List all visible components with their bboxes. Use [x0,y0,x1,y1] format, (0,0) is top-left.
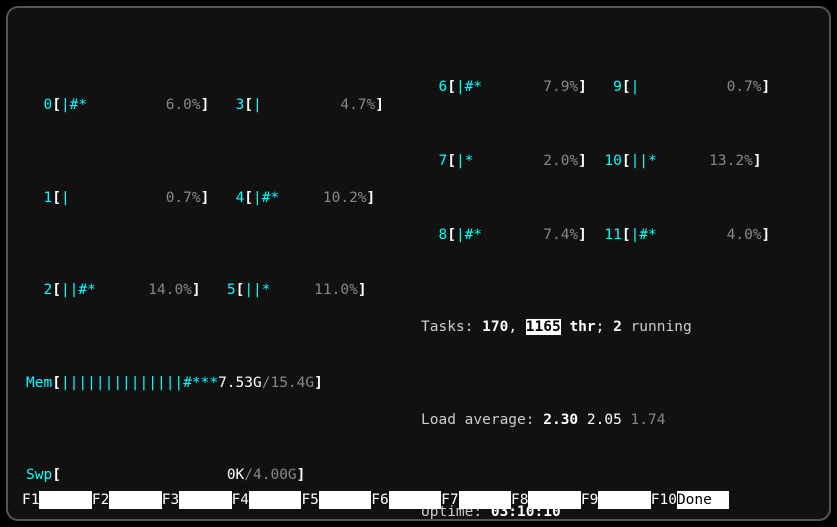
load-3: 1.74 [631,412,666,428]
fkey-f5-label: F5 [301,491,318,510]
cpu7-id: 7 [421,153,447,169]
htop-window: 0[|#* 6.0%] 3[| 4.7%] 1[| 0.7%] 4[|#* 10… [6,6,831,521]
mem-bar: ||||||||||||||#*** [61,375,218,391]
tasks-running-label: running [622,319,692,335]
load-1: 2.30 [543,412,578,428]
cpu-row-1-4: 1[| 0.7%] 4[|#* 10.2%] [26,170,421,207]
fkey-f6-label: F6 [371,491,388,510]
swp-total: 4.00G [253,467,297,483]
cpu-row-7-10: 7[|* 2.0%] 10[||* 13.2%] [421,133,811,170]
cpu10-id: 10 [604,153,621,169]
fkey-f9-label: F9 [581,491,598,510]
cpu6-id: 6 [421,79,447,95]
cpu1-bar: | [61,190,157,206]
cpu-row-0-3: 0[|#* 6.0%] 3[| 4.7%] [26,78,421,115]
cpu6-bar: |#* [456,79,535,95]
cpu2-id: 2 [26,282,52,298]
cpu1-id: 1 [26,190,52,206]
cpu9-bar: | [631,79,718,95]
top-right-block: 6[|#* 7.9%] 9[| 0.7%] 7[|* 2.0%] 10[||* … [421,22,811,521]
cpu10-pct: 13.2% [709,153,753,169]
mem-used: 7.53G [218,375,262,391]
cpu-row-2-5: 2[||#* 14.0%] 5[||* 11.0%] [26,263,421,300]
cpu5-id: 5 [227,282,236,298]
swp-used: 0K [227,467,244,483]
fkey-f9-action[interactable] [598,491,650,510]
fkey-f7-action[interactable] [459,491,511,510]
tasks-label: Tasks: [421,319,473,335]
fkey-f8-label: F8 [511,491,528,510]
cpu4-bar: |#* [253,190,323,206]
cpu7-bar: |* [456,153,535,169]
fkey-f2-action[interactable] [109,491,161,510]
fkey-f4-label: F4 [232,491,249,510]
cpu10-bar: ||* [631,153,710,169]
tasks-running: 2 [613,319,622,335]
cpu2-bar: ||#* [61,282,148,298]
cpu7-pct: 2.0% [535,153,579,169]
load-label: Load average: [421,412,535,428]
cpu0-id: 0 [26,97,52,113]
cpu6-pct: 7.9% [535,79,579,95]
cpu11-pct: 4.0% [718,227,762,243]
fkey-f8-action[interactable] [528,491,580,510]
cpu4-pct: 10.2% [323,190,367,206]
fkey-f6-action[interactable] [389,491,441,510]
cpu1-pct: 0.7% [157,190,201,206]
cpu3-id: 3 [236,97,245,113]
top-left-block: 0[|#* 6.0%] 3[| 4.7%] 1[| 0.7%] 4[|#* 10… [26,22,421,521]
tasks-thr-label: thr [561,319,596,335]
fkey-f2-label: F2 [92,491,109,510]
fkey-f10-label: F10 [651,491,677,510]
fkey-f5-action[interactable] [319,491,371,510]
fkey-f1-label: F1 [22,491,39,510]
fkey-f4-action[interactable] [249,491,301,510]
load-row: Load average: 2.30 2.05 1.74 [421,392,811,429]
cpu0-bar: |#* [61,97,157,113]
cpu3-bar: | [253,97,332,113]
function-key-bar: F1 F2 F3 F4 F5 F6 F7 F8 F9 F10Done [22,491,815,510]
cpu0-pct: 6.0% [157,97,201,113]
cpu9-pct: 0.7% [718,79,762,95]
cpu2-pct: 14.0% [148,282,192,298]
cpu9-id: 9 [613,79,622,95]
fkey-f1-action[interactable] [39,491,91,510]
fkey-f10-action[interactable]: Done [677,491,729,510]
fkey-f7-label: F7 [441,491,458,510]
cpu11-id: 11 [604,227,621,243]
mem-row: Mem[||||||||||||||#***7.53G/15.4G] [26,355,421,392]
tasks-procs: 170 [482,319,508,335]
cpu5-bar: ||* [244,282,314,298]
cpu8-id: 8 [421,227,447,243]
cpu8-pct: 7.4% [535,227,579,243]
fkey-f3-action[interactable] [179,491,231,510]
top-meters: 0[|#* 6.0%] 3[| 4.7%] 1[| 0.7%] 4[|#* 10… [8,22,829,521]
swp-row: Swp[ 0K/4.00G] [26,448,421,485]
cpu3-pct: 4.7% [332,97,376,113]
mem-label: Mem [26,375,52,391]
cpu5-pct: 11.0% [314,282,358,298]
swp-bar [61,467,227,483]
cpu-row-6-9: 6[|#* 7.9%] 9[| 0.7%] [421,59,811,96]
tasks-thr: 1165 [526,319,561,335]
load-2: 2.05 [587,412,622,428]
cpu8-bar: |#* [456,227,535,243]
mem-total: 15.4G [270,375,314,391]
swp-label: Swp [26,467,52,483]
tasks-row: Tasks: 170, 1165 thr; 2 running [421,300,811,337]
cpu11-bar: |#* [631,227,718,243]
fkey-f3-label: F3 [162,491,179,510]
cpu4-id: 4 [236,190,245,206]
cpu-row-8-11: 8[|#* 7.4%] 11[|#* 4.0%] [421,207,811,244]
